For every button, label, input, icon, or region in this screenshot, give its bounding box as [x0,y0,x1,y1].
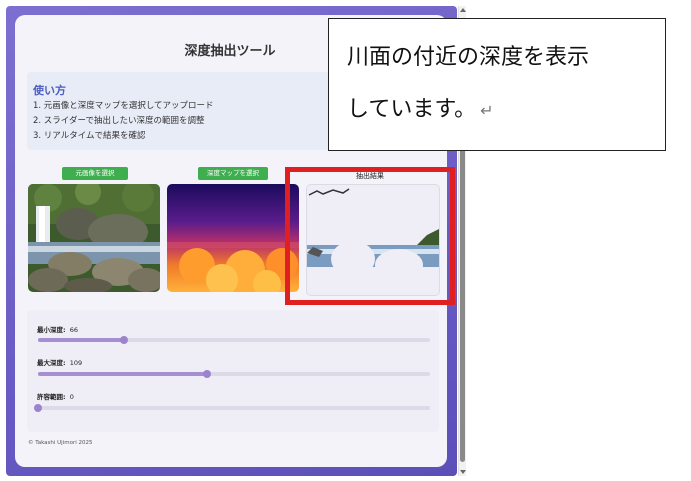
instruction-step: 1. 元画像と深度マップを選択してアップロード [33,101,214,111]
min-depth-fill [38,338,125,342]
page-title: 深度抽出ツール [184,44,276,59]
min-depth-value: 66 [69,326,79,334]
min-depth-slider[interactable] [38,336,430,344]
max-depth-fill [38,372,207,376]
select-depth-map-button[interactable]: 深度マップを選択 [198,167,268,180]
instructions-heading: 使い方 [33,84,66,97]
min-depth-label-text: 最小深度: [37,326,66,334]
tolerance-value: 0 [69,393,74,401]
max-depth-label-text: 最大深度: [37,359,66,367]
callout-line-2: しています。 ↵ [347,91,494,123]
copyright-footer: © Takashi Ujimori 2025 [28,440,93,446]
instruction-step: 3. リアルタイムで結果を確認 [33,131,146,141]
scroll-up-icon[interactable] [460,8,466,12]
max-depth-value: 109 [69,359,83,367]
max-depth-handle[interactable] [202,370,211,378]
select-original-button[interactable]: 元画像を選択 [62,167,128,180]
callout-line-1: 川面の付近の深度を表示 [347,45,590,70]
instruction-step: 2. スライダーで抽出したい深度の範囲を調整 [33,116,205,126]
max-depth-slider[interactable] [38,370,430,378]
tolerance-handle[interactable] [34,404,42,412]
scroll-down-icon[interactable] [460,470,466,474]
tolerance-slider[interactable] [34,404,430,412]
depth-map-preview [167,184,299,292]
highlight-box [285,167,455,305]
callout-line-2-text: しています。 [347,97,477,122]
original-image-preview [28,184,160,292]
annotation-callout: 川面の付近の深度を表示 しています。 ↵ [328,18,666,151]
min-depth-label: 最小深度: 66 [37,324,78,334]
slider-panel [27,310,439,432]
tolerance-label: 許容範囲: 0 [37,391,74,401]
tolerance-label-text: 許容範囲: [37,393,66,401]
max-depth-label: 最大深度: 109 [37,357,82,367]
return-mark-icon: ↵ [480,101,494,120]
